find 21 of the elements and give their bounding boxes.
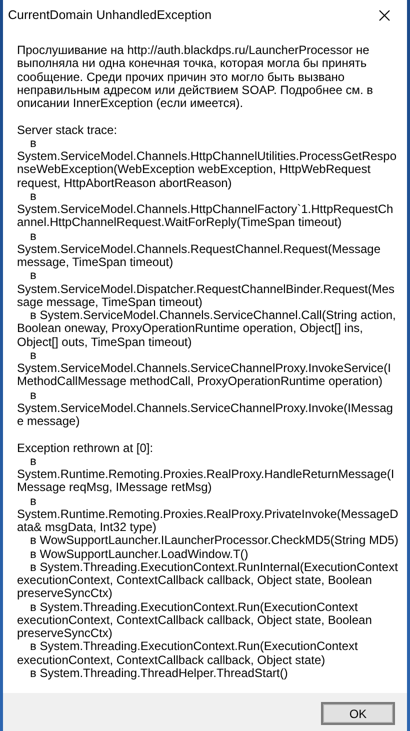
stack-trace-heading: Exception rethrown at [0]: [17,442,154,455]
ok-button[interactable]: OK [321,702,395,726]
close-icon [378,10,390,20]
stack-frame: в System.ServiceModel.Channels.HttpChannelUtilities.ProcessGetResponseWebException(WebException webException, HttpWebRequest request, HttpAbortReason abortReason) [17,136,399,190]
error-message: Прослушивание на http://auth.blackdps.ru/LauncherProcessor не выполняла ни одна конечная точка, которая могла бы принять сообщение. Среди прочих причин это могло быть вызвано неправильным адресом или действием SOAP. Подробнее см. в описании InnerException (если имеется). [17,44,374,110]
window-title: CurrentDomain UnhandledException [8,8,212,22]
stack-frame: в System.ServiceModel.Channels.HttpChannelFactory`1.HttpRequestChannel.HttpChannelRequest.WaitForReply(TimeSpan timeout) [17,190,399,230]
stack-trace-heading: Server stack trace: [17,124,118,137]
stack-frame: в WowSupportLauncher.LoadWindow.T() [17,548,399,561]
stack-frame: в System.ServiceModel.Dispatcher.RequestChannelBinder.Request(Message message, TimeSpan timeout) [17,269,399,309]
stack-frame: в System.Threading.ExecutionContext.RunInternal(ExecutionContext executionContext, ContextCallback callback, Object state, Boolean preserveSyncCtx) [17,560,399,600]
stack-frame: в System.Threading.ThreadHelper.ThreadStart() [17,666,399,680]
stack-frame: в System.Runtime.Remoting.Proxies.RealProxy.HandleReturnMessage(IMessage reqMsg, IMessage retMsg) [17,454,399,494]
stack-frame: в WowSupportLauncher.ILauncherProcessor.CheckMD5(String MD5) [17,534,399,548]
stack-frame: в System.Threading.ExecutionContext.Run(ExecutionContext executionContext, ContextCallback callback, Object state, Boolean preserveSyncCtx) [17,600,399,640]
stack-frame: в System.ServiceModel.Channels.ServiceChannelProxy.Invoke(IMessage message) [17,388,399,428]
stack-frame: в System.ServiceModel.Channels.ServiceChannel.Call(String action, Boolean oneway, ProxyOperationRuntime operation, Object[] ins, Object[] outs, TimeSpan timeout) [17,309,399,349]
stack-frame: в System.ServiceModel.Channels.RequestChannel.Request(Message message, TimeSpan timeout) [17,230,399,270]
stack-frame: в System.Runtime.Remoting.Proxies.RealProxy.PrivateInvoke(MessageData& msgData, Int32 type) [17,494,399,534]
stack-frame: в System.Threading.ExecutionContext.Run(ExecutionContext executionContext, ContextCallback callback, Object state) [17,640,399,667]
stack-frame: в System.ServiceModel.Channels.ServiceChannelProxy.InvokeService(IMethodCallMessage methodCall, ProxyOperationRuntime operation) [17,348,399,388]
